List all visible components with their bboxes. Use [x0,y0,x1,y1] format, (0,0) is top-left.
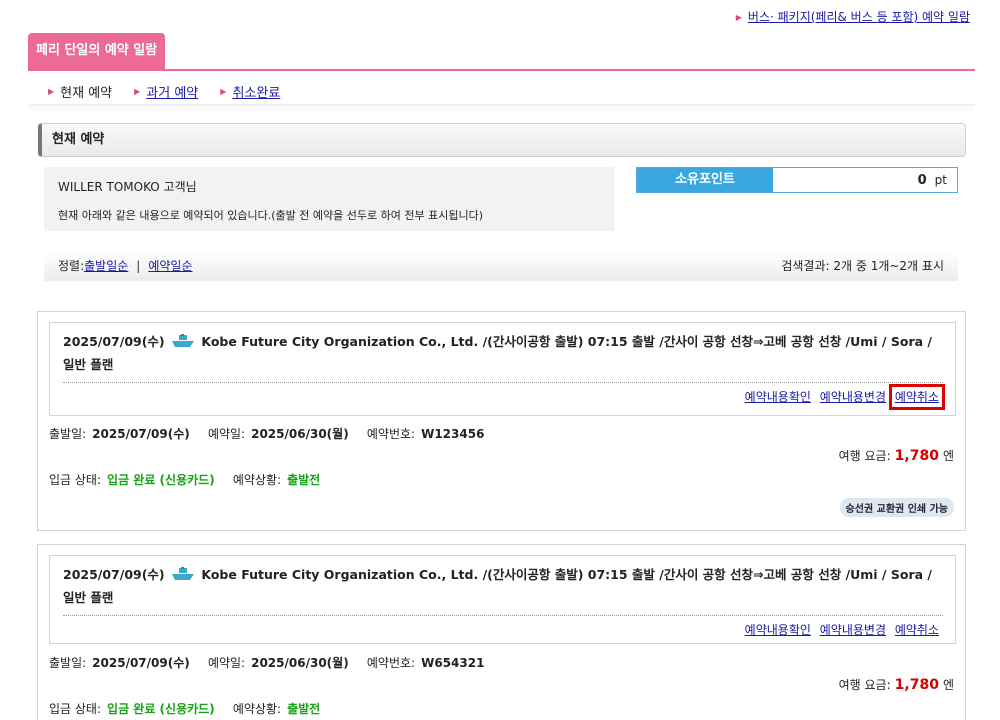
points-label: 소유포인트 [637,168,773,192]
booked-label: 예약일: [207,656,246,670]
payment-label: 입금 상태: [49,702,102,716]
sort-by-booking-link[interactable]: 예약일순 [148,259,192,273]
reservation-status: 입금 상태: 입금 완료 (신용카드) 예약상황: 출발전 [49,700,334,717]
fare-amount: 1,780 [894,677,939,693]
brand-divider [28,69,975,71]
reservation-dates: 출발일: 2025/07/09(수) 예약일: 2025/06/30(월) 예약번호… [49,425,498,442]
booked-label: 예약일: [207,427,246,441]
fare-unit: 엔 [942,449,954,463]
booked-date: 2025/06/30(월) [251,656,349,670]
customer-greeting: WILLER TOMOKO 고객님 [58,180,197,194]
subnav-item-current[interactable]: ▶ 현재 예약 [48,82,112,101]
ferry-icon [172,567,194,580]
status-label: 예약상황: [232,702,282,716]
subnav: ▶ 현재 예약 ▶ 과거 예약 ▶ 취소완료 [48,82,280,101]
points-value-cell: 0 pt [773,168,957,192]
subnav-divider [28,104,975,114]
cancel-reservation-link[interactable]: 예약취소 [888,384,946,410]
reservation-header-box: 2025/07/09(수) Kobe Future City Organizat… [49,322,956,416]
reservation-number: W123456 [421,427,485,441]
pink-triangle-icon: ▶ [735,13,742,22]
top-link-bus-package[interactable]: ▶ 버스· 패키지(페리& 버스 등 포함) 예약 일람 [736,8,970,25]
status-label: 예약상황: [232,473,282,487]
fare: 여행 요금: 1,780 엔 [839,447,954,464]
pink-triangle-icon: ▶ [220,87,227,96]
reservation-dates: 출발일: 2025/07/09(수) 예약일: 2025/06/30(월) 예약번호… [49,654,498,671]
points-unit: pt [934,173,947,187]
subnav-item-cancelled[interactable]: ▶ 취소완료 [220,82,280,101]
sort-by-departure-link[interactable]: 출발일순 [84,259,128,273]
view-reservation-link[interactable]: 예약내용확인 [745,623,811,637]
customer-info-box: WILLER TOMOKO 고객님 현재 아래와 같은 내용으로 예약되어 있습… [44,167,614,231]
sort-separator: | [136,259,141,273]
reservation-number: W654321 [421,656,485,670]
view-reservation-link[interactable]: 예약내용확인 [745,390,811,404]
sort-prefix: 정렬: [58,259,85,273]
departure-date: 2025/07/09(수) [92,656,190,670]
subnav-past-link[interactable]: 과거 예약 [146,82,198,101]
fare-label: 여행 요금: [838,678,891,692]
departure-label: 출발일: [49,427,87,441]
reservation-header-box: 2025/07/09(수) Kobe Future City Organizat… [49,555,956,644]
cancel-reservation-link[interactable]: 예약취소 [895,623,939,637]
reservation-state: 출발전 [287,702,321,716]
search-result-count: 검색결과: 2개 중 1개~2개 표시 [781,259,944,273]
departure-label: 출발일: [49,656,87,670]
subnav-item-past[interactable]: ▶ 과거 예약 [134,82,198,101]
points-value: 0 [917,173,927,188]
reservation-actions: 예약내용확인 예약내용변경 예약취소 [50,383,955,410]
payment-status: 입금 완료 (신용카드) [107,702,215,716]
sort-controls: 정렬:출발일순 | 예약일순 [58,257,193,274]
departure-date: 2025/07/09(수) [92,427,190,441]
reservation-card: 2025/07/09(수) Kobe Future City Organizat… [37,311,966,531]
ferry-icon [172,334,194,347]
change-reservation-link[interactable]: 예약내용변경 [820,390,886,404]
fare-unit: 엔 [942,678,954,692]
fare-amount: 1,780 [894,448,939,464]
reservation-status: 입금 상태: 입금 완료 (신용카드) 예약상황: 출발전 [49,471,334,488]
reservation-actions: 예약내용확인 예약내용변경 예약취소 [50,616,955,638]
payment-status: 입금 완료 (신용카드) [107,473,215,487]
reservation-state: 출발전 [287,473,321,487]
subnav-current-label: 현재 예약 [60,86,113,101]
section-title: 현재 예약 [38,123,966,157]
fare: 여행 요금: 1,780 엔 [839,676,954,693]
bus-package-reservations-link[interactable]: 버스· 패키지(페리& 버스 등 포함) 예약 일람 [748,10,970,24]
reservation-title: 2025/07/09(수) Kobe Future City Organizat… [50,323,955,376]
change-reservation-link[interactable]: 예약내용변경 [820,623,886,637]
fare-label: 여행 요금: [838,449,891,463]
reservation-card: 2025/07/09(수) Kobe Future City Organizat… [37,544,966,720]
reservation-title-date: 2025/07/09(수) [63,334,165,349]
ticket-printable-badge: 승선권 교환권 인쇄 가능 [839,498,954,517]
reservation-title: 2025/07/09(수) Kobe Future City Organizat… [50,556,955,609]
subnav-cancelled-link[interactable]: 취소완료 [232,82,280,101]
ferry-reservation-list-tab[interactable]: 페리 단일의 예약 일람 [28,33,166,69]
booked-date: 2025/06/30(월) [251,427,349,441]
reservation-title-date: 2025/07/09(수) [63,567,165,582]
pink-triangle-icon: ▶ [48,87,55,96]
reservation-number-label: 예약번호: [366,427,416,441]
sort-bar: 정렬:출발일순 | 예약일순 검색결과: 2개 중 1개~2개 표시 [44,251,958,281]
payment-label: 입금 상태: [49,473,102,487]
points-box: 소유포인트 0 pt [636,167,958,193]
reservation-number-label: 예약번호: [366,656,416,670]
customer-message: 현재 아래와 같은 내용으로 예약되어 있습니다.(출발 전 예약을 선두로 하… [58,209,483,222]
pink-triangle-icon: ▶ [134,87,141,96]
